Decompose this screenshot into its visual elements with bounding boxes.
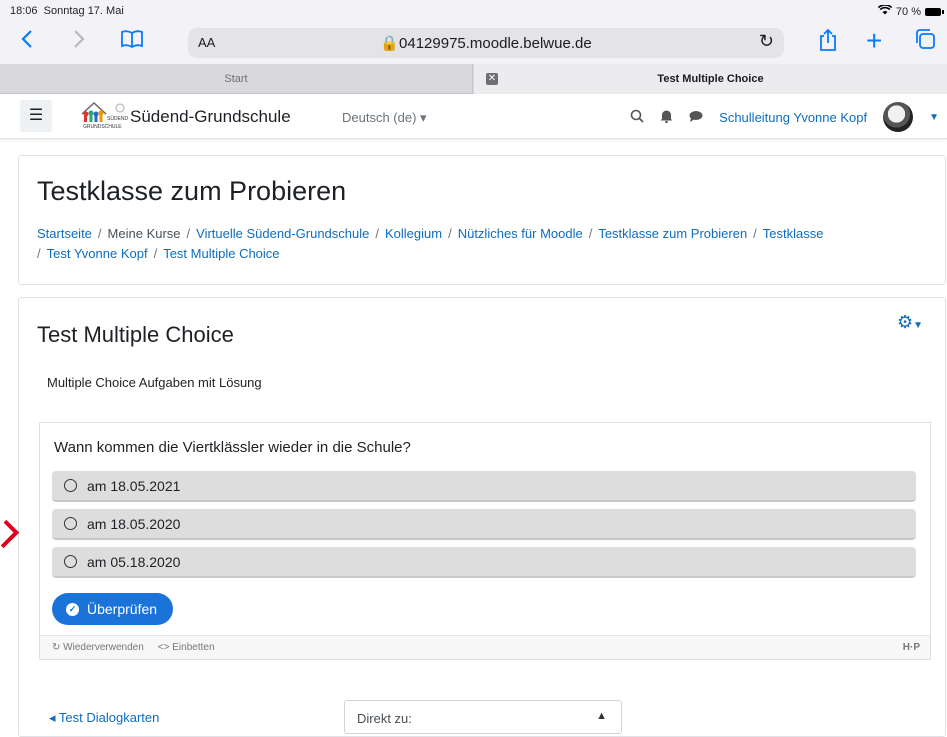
bookmarks-icon[interactable] [120, 28, 144, 56]
breadcrumb-startseite[interactable]: Startseite [37, 226, 92, 241]
embed-icon: <> [157, 642, 170, 653]
battery-percent: 70 % [895, 5, 921, 18]
option-label: am 18.05.2020 [87, 515, 181, 532]
new-tab-icon[interactable]: + [866, 27, 882, 55]
annotation-arrow-mark [0, 519, 20, 549]
activity-intro: Multiple Choice Aufgaben mit Lösung [47, 375, 262, 390]
tab-label: Test Multiple Choice [657, 73, 764, 85]
activity-title: Test Multiple Choice [37, 322, 234, 347]
question-text: Wann kommen die Viertklässler wieder in … [54, 439, 411, 456]
browser-tabs: Start ✕ Test Multiple Choice [0, 64, 947, 94]
breadcrumb-testklasse[interactable]: Testklasse [763, 226, 824, 241]
gear-icon[interactable]: ⚙▼ [897, 312, 923, 333]
jump-to-select[interactable]: Direkt zu: ▲ [344, 700, 622, 734]
reuse-icon: ↻ [52, 642, 61, 653]
select-arrows-icon: ▲ [596, 710, 607, 722]
breadcrumb-testklasse-zum-probieren[interactable]: Testklasse zum Probieren [598, 226, 747, 241]
h5p-logo[interactable]: H·P [903, 642, 920, 653]
school-logo[interactable]: SÜDEND GRUNDSCHULE [80, 100, 129, 130]
language-menu[interactable]: Deutsch (de) ▾ [342, 110, 427, 126]
answer-option-1[interactable]: am 18.05.2021 [52, 471, 916, 502]
status-right: 70 % [877, 4, 944, 18]
search-icon[interactable] [630, 109, 644, 126]
embed-button[interactable]: <> Einbetten [158, 642, 215, 653]
wifi-icon [877, 4, 893, 18]
check-button[interactable]: ✓ Überprüfen [52, 593, 174, 625]
option-label: am 18.05.2021 [87, 477, 181, 494]
option-label: am 05.18.2020 [87, 553, 181, 570]
forward-icon[interactable] [72, 28, 86, 56]
breadcrumb: Startseite / Meine Kurse / Virtuelle Südend-… [37, 226, 824, 261]
answer-option-3[interactable]: am 05.18.2020 [52, 547, 916, 578]
reuse-button[interactable]: ↻ Wiederverwenden [52, 642, 144, 653]
tab-start[interactable]: Start [0, 64, 473, 94]
h5p-multiple-choice: Wann kommen die Viertklässler wieder in … [39, 422, 931, 660]
menu-icon[interactable]: ☰ [20, 100, 52, 132]
ios-status-bar: 18:06 Sonntag 17. Mai 70 % [0, 0, 947, 22]
h5p-footer: ↻ Wiederverwenden <> Einbetten H·P [40, 635, 930, 659]
check-button-label: Überprüfen [87, 601, 158, 617]
check-circle-icon: ✓ [66, 602, 79, 616]
avatar[interactable] [883, 102, 914, 132]
moodle-navbar: ☰ SÜDEND GRUNDSCHULE Südend-Grundschule … [0, 95, 947, 139]
svg-text:GRUNDSCHULE: GRUNDSCHULE [83, 124, 122, 130]
url-text: 🔒04129975.moodle.belwue.de [380, 35, 592, 52]
reload-icon[interactable]: ↻ [759, 31, 774, 52]
radio-icon[interactable] [64, 517, 77, 530]
browser-toolbar: AA 🔒04129975.moodle.belwue.de ↻ + [0, 22, 947, 64]
breadcrumb-nuetzliches-fuer-moodle[interactable]: Nützliches für Moodle [458, 226, 583, 241]
radio-icon[interactable] [64, 555, 77, 568]
radio-icon[interactable] [64, 479, 77, 492]
chat-icon[interactable] [689, 110, 703, 125]
battery-icon [925, 7, 944, 16]
user-menu[interactable]: Schulleitung Yvonne Kopf [719, 110, 867, 125]
answer-option-2[interactable]: am 18.05.2020 [52, 509, 916, 540]
activity-content: Test Multiple Choice ⚙▼ Multiple Choice … [18, 297, 946, 737]
status-time: 18:06 Sonntag 17. Mai [10, 5, 124, 17]
lock-icon: 🔒 [380, 35, 400, 52]
close-tab-icon[interactable]: ✕ [486, 73, 498, 85]
site-name[interactable]: Südend-Grundschule [130, 107, 291, 127]
user-area: Schulleitung Yvonne Kopf ▼ [630, 102, 939, 132]
breadcrumb-kollegium[interactable]: Kollegium [385, 226, 442, 241]
tab-test-multiple-choice[interactable]: ✕ Test Multiple Choice [474, 64, 947, 94]
jump-label: Direkt zu: [357, 711, 412, 726]
chevron-down-icon[interactable]: ▼ [929, 112, 939, 123]
prev-activity-link[interactable]: ◂ Test Dialogkarten [49, 710, 159, 726]
address-bar[interactable]: AA 🔒04129975.moodle.belwue.de ↻ [188, 28, 784, 58]
svg-text:SÜDEND: SÜDEND [107, 115, 128, 122]
bell-icon[interactable] [660, 109, 673, 126]
course-title: Testklasse zum Probieren [37, 176, 347, 206]
back-icon[interactable] [20, 28, 34, 56]
page-header: Testklasse zum Probieren Startseite / Mein… [18, 155, 946, 285]
breadcrumb-test-multiple-choice[interactable]: Test Multiple Choice [163, 246, 279, 261]
share-icon[interactable] [818, 28, 838, 58]
breadcrumb-virtuelle-suedend-grundschule[interactable]: Virtuelle Südend-Grundschule [196, 226, 369, 241]
tabs-icon[interactable] [914, 28, 936, 56]
breadcrumb-test-yvonne-kopf[interactable]: Test Yvonne Kopf [47, 246, 148, 261]
breadcrumb-meine-kurse: Meine Kurse [107, 226, 181, 241]
